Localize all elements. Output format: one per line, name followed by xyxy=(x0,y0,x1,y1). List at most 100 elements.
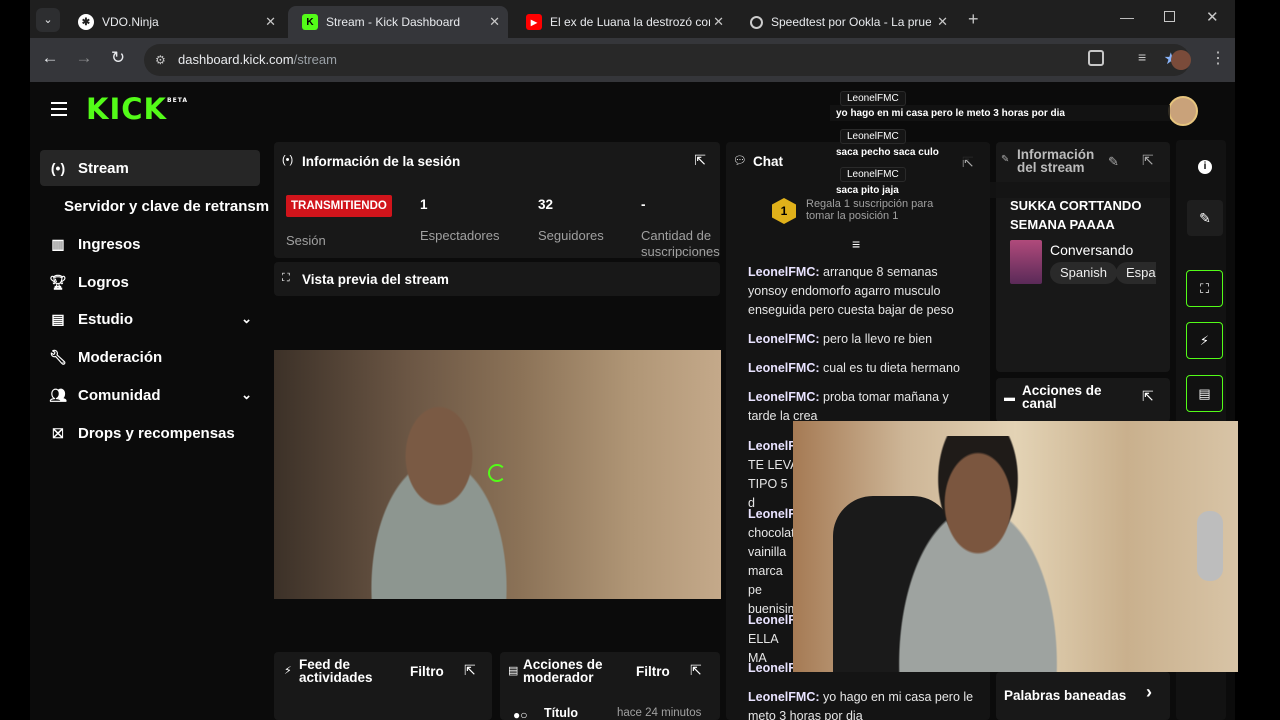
close-tab-icon[interactable]: ✕ xyxy=(265,14,276,30)
site-info-icon[interactable]: ⚙ xyxy=(155,44,166,76)
address-bar[interactable]: ⚙ dashboard.kick.com/stream ★ xyxy=(144,44,1190,76)
gift-icon: ⛝ xyxy=(52,424,64,441)
sidebar-item-server-key[interactable]: Servidor y clave de retransm xyxy=(40,188,272,224)
close-window-button[interactable]: ✕ xyxy=(1206,8,1219,26)
panel-title: Acciones de moderador xyxy=(523,657,603,685)
kick-dashboard: KICKBETA (•) Stream Servidor y clave de … xyxy=(30,82,1238,720)
chat-message: LeonelFMC: TE LEVA TIPO 5 d xyxy=(748,439,820,510)
tab-title: El ex de Luana la destrozó con t xyxy=(550,15,710,29)
tab-youtube[interactable]: ▶ El ex de Luana la destrozó con t ✕ xyxy=(512,6,732,38)
sidebar-item-drops[interactable]: ⛝ Drops y recompensas xyxy=(40,415,260,451)
tab-kick-dashboard[interactable]: K Stream - Kick Dashboard ✕ xyxy=(288,6,508,38)
sidebar-item-label: Logros xyxy=(78,273,129,291)
stream-preview-video[interactable] xyxy=(274,350,721,599)
chart-icon: ▥ xyxy=(51,235,65,252)
filter-lines-icon[interactable]: ≡ xyxy=(852,236,860,252)
session-info-panel: (•) Información de la sesión ⇱ TRANSMITI… xyxy=(274,142,720,258)
studio-icon: ▤ xyxy=(51,310,65,327)
forward-button[interactable]: → xyxy=(72,48,96,68)
tab-title: Speedtest por Ookla - La prueb xyxy=(771,15,931,29)
browser-menu-icon[interactable]: ⋮ xyxy=(1210,48,1226,68)
broadcast-icon: (•) xyxy=(282,154,294,166)
sidebar-item-logros[interactable]: 🏆︎ Logros xyxy=(40,264,260,300)
banned-words-panel[interactable]: Palabras baneadas › xyxy=(996,672,1170,720)
popout-icon[interactable]: ⇱ xyxy=(464,662,476,679)
sidebar-item-label: Stream xyxy=(78,159,129,177)
media-controls-icon[interactable]: ≡ xyxy=(1138,49,1146,65)
tab-title: Stream - Kick Dashboard xyxy=(326,15,461,29)
close-tab-icon[interactable]: ✕ xyxy=(489,14,500,30)
sidebar-item-label: Servidor y clave de retransm xyxy=(64,197,270,215)
gift-rank-badge: 1 xyxy=(772,198,796,224)
sidebar-item-moderacion[interactable]: 🔧︎ Moderación xyxy=(40,339,260,375)
viewers-count: 1 xyxy=(420,197,428,212)
notes-button[interactable]: ▤ xyxy=(1186,375,1223,412)
sidebar-item-ingresos[interactable]: ▥ Ingresos xyxy=(40,226,260,262)
reload-button[interactable]: ↻ xyxy=(106,48,130,68)
tag-clip: Espa xyxy=(1116,262,1156,284)
sidebar-item-stream[interactable]: (•) Stream xyxy=(40,150,260,186)
capture-button[interactable]: ⛶ xyxy=(1186,270,1223,307)
channel-icon: ▬ xyxy=(1004,392,1015,404)
minimize-button[interactable]: — xyxy=(1120,9,1134,25)
popout-icon[interactable]: ⇱ xyxy=(1142,152,1154,169)
webcam-microphone xyxy=(1197,511,1223,581)
followers-label: Seguidores xyxy=(538,228,604,243)
sidebar-item-label: Estudio xyxy=(78,310,133,328)
tab-speedtest[interactable]: Speedtest por Ookla - La prueb ✕ xyxy=(736,6,956,38)
category-name[interactable]: Conversando xyxy=(1050,242,1133,258)
sidebar-item-comunidad[interactable]: 👥︎ Comunidad ⌄ xyxy=(40,377,260,413)
filter-button[interactable]: Filtro xyxy=(636,664,670,679)
close-tab-icon[interactable]: ✕ xyxy=(937,14,948,30)
tab-search-button[interactable]: ⌄ xyxy=(36,8,60,32)
loading-spinner-icon xyxy=(488,464,506,482)
popout-icon[interactable]: ⇱ xyxy=(694,152,706,169)
tag-espa[interactable]: Espa xyxy=(1116,262,1156,284)
sidebar-item-estudio[interactable]: ▤ Estudio ⌄ xyxy=(40,301,260,337)
broadcast-icon: (•) xyxy=(50,160,66,176)
sidebar-item-label: Comunidad xyxy=(78,386,161,404)
user-avatar[interactable] xyxy=(1168,96,1198,126)
panel-title: Información del stream xyxy=(1017,147,1095,175)
profile-avatar[interactable] xyxy=(1171,50,1191,70)
kick-logo[interactable]: KICKBETA xyxy=(86,92,188,126)
close-tab-icon[interactable]: ✕ xyxy=(713,14,724,30)
capture-icon: ⛶ xyxy=(1199,280,1210,296)
speedtest-icon xyxy=(750,15,763,29)
status-badge: TRANSMITIENDO xyxy=(286,195,392,217)
info-icon[interactable]: i xyxy=(1198,160,1212,174)
tab-vdo-ninja[interactable]: ✱ VDO.Ninja ✕ xyxy=(64,6,284,38)
popout-icon[interactable]: ⇱ xyxy=(1142,388,1154,405)
edit-icon[interactable]: ✎ xyxy=(1108,154,1119,170)
overlay-message: saca pecho saca culo xyxy=(836,147,939,158)
stream-title: SUKKA CORTTANDO SEMANA PAAAA xyxy=(1010,198,1142,232)
browser-window: ⌄ ✱ VDO.Ninja ✕ K Stream - Kick Dashboar… xyxy=(30,0,1235,82)
lightning-icon: ⚡︎ xyxy=(1199,332,1210,348)
beta-badge: BETA xyxy=(167,97,188,104)
extensions-icon[interactable] xyxy=(1088,50,1104,66)
back-button[interactable]: ← xyxy=(38,48,62,68)
activity-feed-panel: ⚡︎ Feed de actividades Filtro ⇱ xyxy=(274,652,492,720)
viewers-label: Espectadores xyxy=(420,228,500,243)
popout-icon[interactable]: ⇱ xyxy=(690,662,702,679)
kick-favicon-icon: K xyxy=(302,14,318,30)
overlay-message: saca pito jaja xyxy=(836,185,899,196)
restore-button[interactable] xyxy=(1164,11,1175,22)
banned-words-label: Palabras baneadas xyxy=(1004,688,1127,703)
overlay-message: yo hago en mi casa pero le meto 3 horas … xyxy=(836,108,1065,119)
chevron-right-icon: › xyxy=(1146,682,1152,702)
streamer-figure xyxy=(334,390,544,599)
notes-icon: ▤ xyxy=(1198,385,1211,401)
lightning-button[interactable]: ⚡︎ xyxy=(1186,322,1223,359)
new-tab-button[interactable]: + xyxy=(968,9,979,30)
stream-preview-panel: ⛶ Vista previa del stream xyxy=(274,262,720,296)
lightning-icon: ⚡︎ xyxy=(284,665,292,677)
edit-pencil-button[interactable]: ✎ xyxy=(1187,200,1223,236)
tag-spanish[interactable]: Spanish xyxy=(1050,262,1117,284)
chat-message: LeonelFMC: chocolat vainilla marca pe bu… xyxy=(748,507,820,616)
filter-button[interactable]: Filtro xyxy=(410,664,444,679)
vdo-ninja-icon: ✱ xyxy=(78,14,94,30)
subs-label: Cantidad de suscripciones xyxy=(641,228,720,258)
webcam-person xyxy=(863,436,1093,672)
hamburger-menu-icon[interactable] xyxy=(51,102,67,116)
